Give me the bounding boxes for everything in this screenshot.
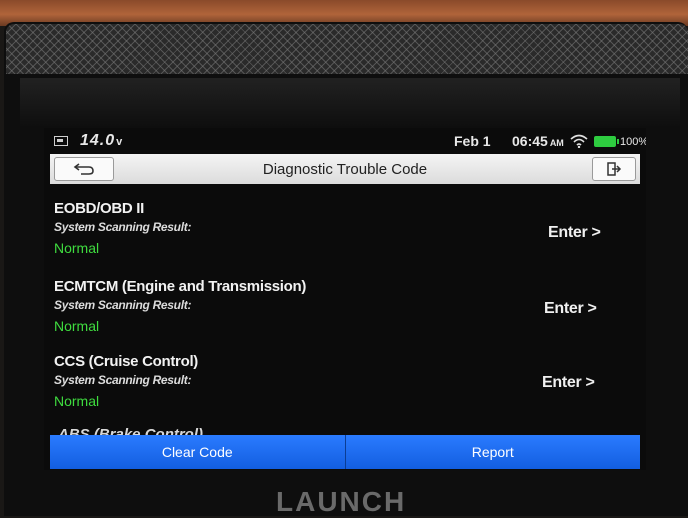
status-bar: 14.0v Feb 1 06:45 AM 100% [44,128,646,152]
speaker-grille [6,24,688,74]
header-toolbar: Diagnostic Trouble Code [50,154,640,184]
voltage-readout: 14.0v [80,132,124,149]
battery-icon [594,136,619,147]
page-title: Diagnostic Trouble Code [262,161,428,178]
exit-button[interactable] [592,157,636,181]
exit-icon [607,162,622,176]
clear-code-button[interactable]: Clear Code [50,435,345,469]
bottom-action-bar: Clear Code Report [50,435,640,469]
wifi-icon [570,134,588,148]
system-name: EOBD/OBD II [54,200,145,217]
status-date: Feb 1 [454,133,491,149]
system-status: Normal [54,240,100,256]
enter-button-eobd[interactable]: Enter > [548,224,601,242]
status-time: 06:45 AM [512,133,564,149]
device-screen: 14.0v Feb 1 06:45 AM 100% Diagnostic Trou… [44,128,646,470]
screen-glare [20,78,680,128]
system-name: ECMTCM (Engine and Transmission) [54,278,307,295]
system-name: CCS (Cruise Control) [54,353,199,370]
system-result-label: System Scanning Result: [54,220,192,234]
enter-button-ccs[interactable]: Enter > [542,374,595,392]
report-button[interactable]: Report [344,435,640,469]
enter-button-ecmtcm[interactable]: Enter > [544,300,597,318]
brand-logo: LAUNCH [276,486,407,517]
system-status: Normal [54,318,100,334]
system-status: Normal [54,393,100,409]
battery-percent: 100% [620,136,646,148]
car-battery-icon [54,136,68,146]
system-item-eobd: EOBD/OBD II System Scanning Result: Norm… [54,200,634,256]
